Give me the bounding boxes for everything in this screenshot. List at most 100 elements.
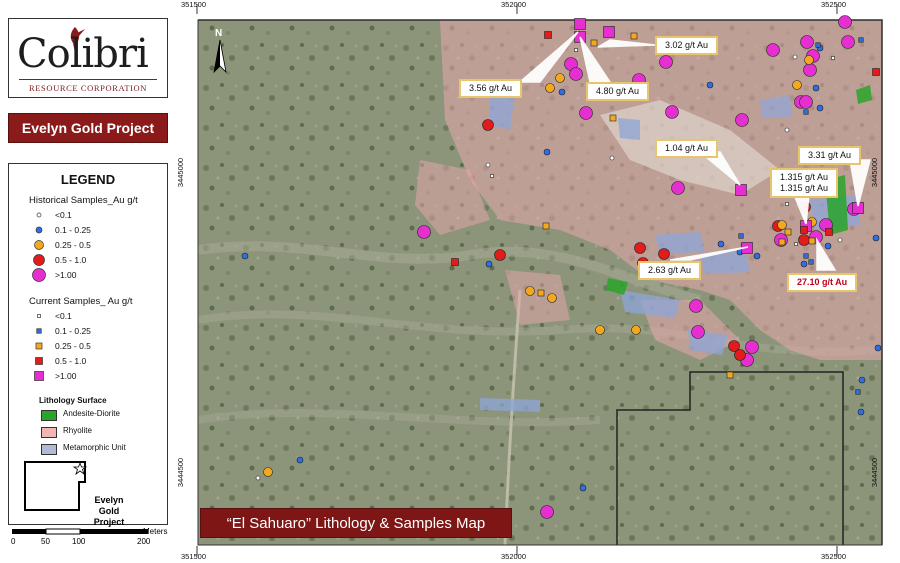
scale-bar	[12, 528, 148, 535]
historical-sample-point[interactable]	[631, 325, 641, 335]
historical-sample-point[interactable]	[777, 220, 787, 230]
historical-sample-point[interactable]	[255, 475, 261, 481]
historical-sample-point[interactable]	[706, 81, 714, 89]
north-label: N	[215, 28, 223, 39]
x-label-bottom-2: 352000	[501, 552, 527, 561]
current-sample-point[interactable]	[808, 259, 814, 265]
historical-sample-point[interactable]	[545, 83, 555, 93]
current-sample-point[interactable]	[825, 228, 833, 236]
historical-sample-point[interactable]	[547, 293, 557, 303]
callout-1-315-line1: 1.315 g/t Au	[780, 172, 829, 182]
historical-sample-point[interactable]	[494, 249, 506, 261]
historical-sample-point[interactable]	[558, 88, 566, 96]
current-sample-point[interactable]	[542, 222, 550, 230]
historical-sample-point[interactable]	[735, 113, 749, 127]
historical-sample-point[interactable]	[872, 234, 880, 242]
logo-tagline: RESOURCE CORPORATION	[28, 83, 148, 93]
historical-sample-point[interactable]	[717, 240, 725, 248]
current-sample-point[interactable]	[574, 48, 578, 52]
current-sample-point[interactable]	[544, 31, 552, 39]
current-sample-point[interactable]	[803, 109, 809, 115]
current-sample-point[interactable]	[738, 233, 744, 239]
current-sample-point[interactable]	[858, 37, 864, 43]
historical-sample-point[interactable]	[671, 181, 685, 195]
historical-sample-point[interactable]	[689, 299, 703, 313]
current-sample-point[interactable]	[800, 226, 808, 234]
current-sample-point[interactable]	[490, 174, 494, 178]
historical-sample-point[interactable]	[841, 35, 855, 49]
historical-sample-point[interactable]	[691, 325, 705, 339]
historical-sample-point[interactable]	[734, 349, 746, 361]
historical-sample-point[interactable]	[485, 162, 491, 168]
historical-sample-point[interactable]	[659, 55, 673, 69]
current-sample-point[interactable]	[855, 389, 861, 395]
historical-sample-point[interactable]	[857, 408, 865, 416]
scale-unit: Meters	[143, 527, 168, 536]
current-sample-point[interactable]	[609, 114, 617, 122]
historical-sample-point[interactable]	[816, 104, 824, 112]
historical-sample-point[interactable]	[579, 106, 593, 120]
historical-sample-point[interactable]	[792, 54, 798, 60]
historical-sample-point[interactable]	[555, 73, 565, 83]
current-sample-point[interactable]	[794, 242, 798, 246]
historical-sample-point[interactable]	[812, 84, 820, 92]
callout-1-315: 1.315 g/t Au 1.315 g/t Au	[770, 168, 839, 198]
historical-sample-point[interactable]	[837, 237, 843, 243]
historical-sample-point[interactable]	[543, 148, 551, 156]
historical-sample-point[interactable]	[540, 505, 554, 519]
current-sample-point[interactable]	[451, 258, 459, 266]
historical-sample-point[interactable]	[798, 234, 810, 246]
historical-sample-point[interactable]	[858, 376, 866, 384]
current-sample-point[interactable]	[784, 228, 792, 236]
historical-sample-point[interactable]	[485, 260, 493, 268]
legend-lithology-label-1: Rhyolite	[63, 426, 92, 435]
historical-sample-point[interactable]	[658, 248, 670, 260]
historical-sample-point[interactable]	[665, 105, 679, 119]
current-sample-point[interactable]	[735, 184, 747, 196]
historical-sample-point[interactable]	[482, 119, 494, 131]
current-sample-point[interactable]	[872, 68, 880, 76]
current-sample-point[interactable]	[808, 237, 816, 245]
historical-sample-point[interactable]	[874, 344, 882, 352]
y-label-right-2: 3444500	[870, 457, 880, 488]
historical-sample-point[interactable]	[263, 467, 273, 477]
historical-sample-point[interactable]	[784, 127, 790, 133]
historical-sample-point[interactable]	[595, 325, 605, 335]
current-sample-point[interactable]	[590, 39, 598, 47]
current-sample-point[interactable]	[537, 289, 545, 297]
current-sample-point[interactable]	[803, 253, 809, 259]
historical-sample-point[interactable]	[417, 225, 431, 239]
historical-sample-point[interactable]	[609, 155, 615, 161]
x-label-top-2: 352000	[501, 0, 527, 9]
historical-sample-point[interactable]	[800, 35, 814, 49]
historical-sample-point[interactable]	[804, 55, 814, 65]
current-sample-point[interactable]	[815, 42, 821, 48]
historical-sample-point[interactable]	[766, 43, 780, 57]
historical-sample-point[interactable]	[241, 252, 249, 260]
historical-sample-point[interactable]	[569, 67, 583, 81]
historical-sample-point[interactable]	[792, 80, 802, 90]
historical-sample-point[interactable]	[824, 242, 832, 250]
historical-sample-point[interactable]	[296, 456, 304, 464]
current-sample-point[interactable]	[574, 18, 586, 30]
current-sample-point[interactable]	[778, 238, 786, 246]
historical-sample-point[interactable]	[579, 484, 587, 492]
historical-sample-point[interactable]	[803, 63, 817, 77]
current-sample-point[interactable]	[831, 56, 835, 60]
legend-current-label-0: <0.1	[55, 311, 72, 321]
historical-sample-point[interactable]	[800, 260, 808, 268]
current-sample-point[interactable]	[785, 202, 789, 206]
current-sample-point[interactable]	[630, 32, 638, 40]
historical-sample-point[interactable]	[634, 242, 646, 254]
x-label-bottom-1: 351500	[181, 552, 207, 561]
historical-sample-point[interactable]	[753, 252, 761, 260]
inset-map	[24, 461, 88, 511]
historical-sample-point[interactable]	[745, 340, 759, 354]
current-sample-point[interactable]	[726, 371, 734, 379]
historical-sample-point[interactable]	[799, 95, 813, 109]
historical-sample-point[interactable]	[525, 286, 535, 296]
legend-current-symbol-3	[35, 357, 43, 365]
callout-1-315-line2: 1.315 g/t Au	[780, 183, 829, 193]
historical-sample-point[interactable]	[838, 15, 852, 29]
current-sample-point[interactable]	[603, 26, 615, 38]
